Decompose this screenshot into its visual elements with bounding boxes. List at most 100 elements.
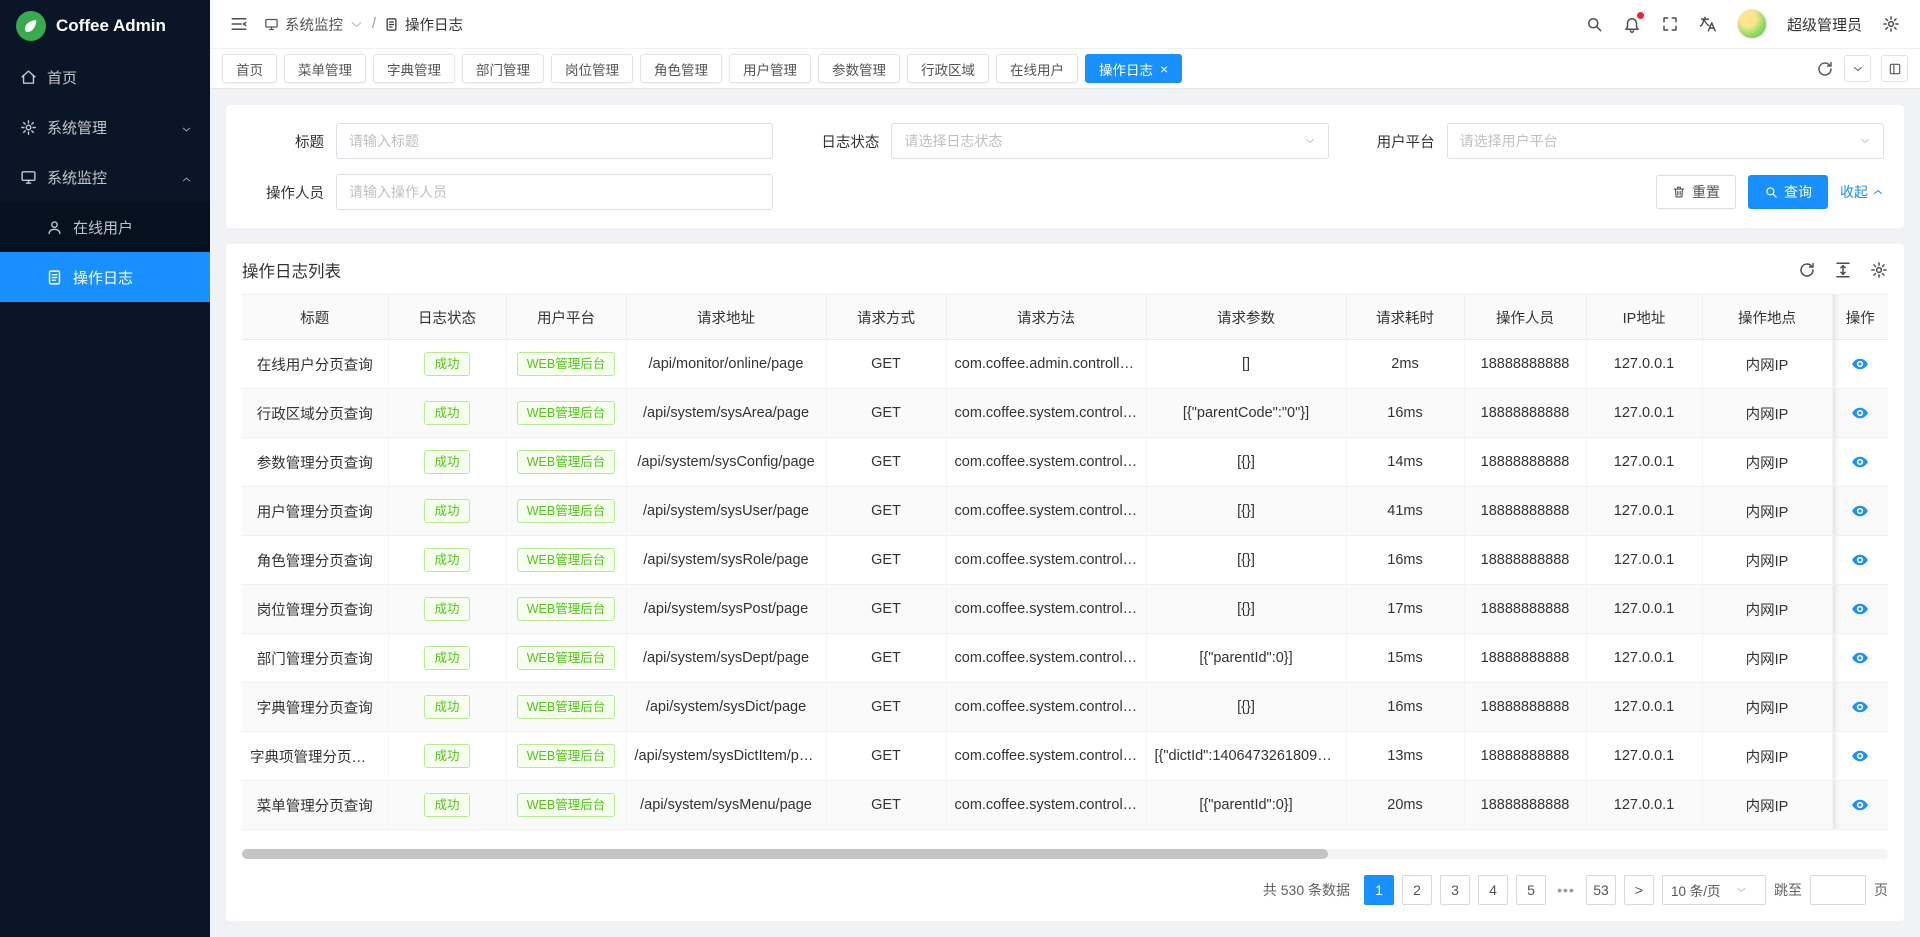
cell-method: GET [826, 438, 946, 487]
fullscreen-icon[interactable] [1661, 15, 1679, 33]
cell-duration: 2ms [1346, 340, 1464, 389]
refresh-table-icon[interactable] [1798, 261, 1816, 279]
page-size-select[interactable]: 10 条/页 [1662, 875, 1766, 905]
tab-在线用户[interactable]: 在线用户 [996, 54, 1078, 83]
operator-input[interactable] [336, 174, 773, 210]
cell-status: 成功 [388, 389, 506, 438]
status-tag: 成功 [424, 597, 469, 622]
collapse-sidebar-icon[interactable] [230, 15, 248, 33]
sidebar-item-system-monitor[interactable]: 系统监控 [0, 152, 210, 202]
table-row: 部门管理分页查询成功WEB管理后台/api/system/sysDept/pag… [242, 634, 1888, 683]
page-button-3[interactable]: 3 [1440, 875, 1470, 905]
cell-ip: 127.0.0.1 [1586, 634, 1702, 683]
app-root: Coffee Admin 首页系统管理系统监控在线用户操作日志 系统监控 / 操… [0, 0, 1920, 937]
page-button-2[interactable]: 2 [1402, 875, 1432, 905]
cell-location: 内网IP [1702, 634, 1832, 683]
scrollbar-thumb[interactable] [242, 849, 1328, 859]
tab-首页[interactable]: 首页 [222, 54, 277, 83]
view-detail-icon[interactable] [1851, 551, 1869, 569]
cell-url: /api/system/sysDept/page [626, 634, 826, 683]
tab-参数管理[interactable]: 参数管理 [818, 54, 900, 83]
search-icon [1764, 185, 1778, 199]
tab-用户管理[interactable]: 用户管理 [729, 54, 811, 83]
log-status-select[interactable]: 请选择日志状态 [891, 123, 1328, 159]
cell-status: 成功 [388, 487, 506, 536]
sidebar-item-label: 系统管理 [47, 117, 107, 138]
sidebar-item-home[interactable]: 首页 [0, 52, 210, 102]
search-icon[interactable] [1585, 15, 1603, 33]
view-detail-icon[interactable] [1851, 698, 1869, 716]
row-density-icon[interactable] [1834, 261, 1852, 279]
page-button-4[interactable]: 4 [1478, 875, 1508, 905]
tab-角色管理[interactable]: 角色管理 [640, 54, 722, 83]
pagination-total: 共 530 条数据 [1263, 880, 1350, 900]
page-button-1[interactable]: 1 [1364, 875, 1394, 905]
bell-icon[interactable] [1623, 15, 1641, 33]
username[interactable]: 超级管理员 [1787, 14, 1862, 35]
search-button[interactable]: 查询 [1748, 175, 1828, 209]
view-detail-icon[interactable] [1851, 600, 1869, 618]
platform-tag: WEB管理后台 [517, 793, 615, 818]
tab-行政区域[interactable]: 行政区域 [907, 54, 989, 83]
page-button-5[interactable]: 5 [1516, 875, 1546, 905]
view-detail-icon[interactable] [1851, 747, 1869, 765]
settings-gear-icon[interactable] [1882, 15, 1900, 33]
view-detail-icon[interactable] [1851, 453, 1869, 471]
sidebar-item-label: 操作日志 [73, 267, 133, 288]
cell-operator: 18888888888 [1464, 732, 1586, 781]
collapse-filters-link[interactable]: 收起 [1840, 182, 1884, 202]
column-header: 请求方式 [826, 295, 946, 340]
tab-操作日志[interactable]: 操作日志× [1085, 54, 1182, 83]
breadcrumb-item-parent[interactable]: 系统监控 [264, 14, 364, 35]
refresh-tabs-icon[interactable] [1816, 60, 1834, 78]
view-detail-icon[interactable] [1851, 355, 1869, 373]
table-row: 行政区域分页查询成功WEB管理后台/api/system/sysArea/pag… [242, 389, 1888, 438]
view-detail-icon[interactable] [1851, 649, 1869, 667]
column-header: 操作 [1832, 295, 1888, 340]
cell-duration: 17ms [1346, 585, 1464, 634]
layout-toggle-button[interactable] [1881, 55, 1908, 82]
column-settings-icon[interactable] [1870, 261, 1888, 279]
title-input[interactable] [336, 123, 773, 159]
close-icon[interactable]: × [1160, 62, 1168, 76]
view-detail-icon[interactable] [1851, 404, 1869, 422]
reset-button[interactable]: 重置 [1656, 175, 1736, 209]
column-header: 请求参数 [1146, 295, 1346, 340]
notification-badge [1637, 12, 1644, 19]
cell-operator: 18888888888 [1464, 438, 1586, 487]
tab-options-button[interactable] [1844, 55, 1871, 82]
view-detail-icon[interactable] [1851, 502, 1869, 520]
page-button-53[interactable]: 53 [1586, 875, 1616, 905]
sidebar-menu: 首页系统管理系统监控在线用户操作日志 [0, 52, 210, 302]
view-detail-icon[interactable] [1851, 796, 1869, 814]
tab-部门管理[interactable]: 部门管理 [462, 54, 544, 83]
tab-菜单管理[interactable]: 菜单管理 [284, 54, 366, 83]
user-platform-select[interactable]: 请选择用户平台 [1447, 123, 1884, 159]
cell-url: /api/monitor/online/page [626, 340, 826, 389]
cell-status: 成功 [388, 683, 506, 732]
status-tag: 成功 [424, 401, 469, 426]
tab-label: 用户管理 [743, 59, 797, 79]
cell-platform: WEB管理后台 [506, 389, 626, 438]
cell-action [1832, 585, 1888, 634]
cell-duration: 41ms [1346, 487, 1464, 536]
sidebar-item-online-users[interactable]: 在线用户 [0, 202, 210, 252]
tab-岗位管理[interactable]: 岗位管理 [551, 54, 633, 83]
translate-icon[interactable] [1699, 15, 1717, 33]
avatar[interactable] [1737, 9, 1767, 39]
cell-title: 字典管理分页查询 [242, 683, 388, 732]
jump-page-input[interactable] [1810, 875, 1866, 905]
cell-location: 内网IP [1702, 585, 1832, 634]
cell-action [1832, 683, 1888, 732]
table-card: 操作日志列表 标题日志状态用户平台请求地址请求方式请求方法请求参数请求耗时操作人… [226, 244, 1904, 921]
table-row: 菜单管理分页查询成功WEB管理后台/api/system/sysMenu/pag… [242, 781, 1888, 830]
cell-params: [] [1146, 340, 1346, 389]
cell-handler: com.coffee.system.controlle... [946, 634, 1146, 683]
doc-icon [46, 269, 63, 286]
cell-operator: 18888888888 [1464, 634, 1586, 683]
sidebar-item-system-management[interactable]: 系统管理 [0, 102, 210, 152]
next-page-button[interactable]: > [1624, 875, 1654, 905]
sidebar-item-operation-log[interactable]: 操作日志 [0, 252, 210, 302]
cell-platform: WEB管理后台 [506, 732, 626, 781]
tab-字典管理[interactable]: 字典管理 [373, 54, 455, 83]
